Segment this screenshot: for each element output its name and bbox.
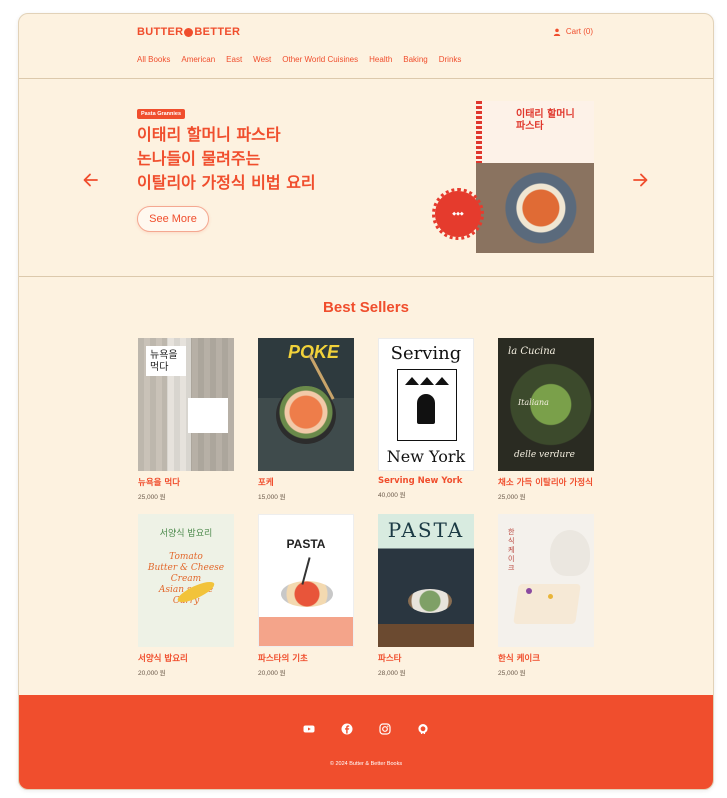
book-price: 25,000 원	[138, 494, 166, 501]
see-more-button[interactable]: See More	[137, 206, 209, 232]
book-card[interactable]: PASTA 파스타의 기초 20,000 원	[258, 514, 354, 677]
nav-item-all-books[interactable]: All Books	[137, 55, 170, 64]
book-title[interactable]: 채소 가득 이탈리아 가정식	[498, 476, 594, 488]
book-cover-text: 한식 케이크	[508, 528, 515, 572]
cover-title-line: 이태리 할머니	[516, 109, 575, 120]
site-header: BUTTER BETTER Cart (0) All Books America…	[19, 14, 713, 79]
nav-item-other-world-cuisines[interactable]: Other World Cuisines	[282, 55, 358, 64]
cover-title: 이태리 할머니 파스타	[516, 109, 575, 133]
book-title[interactable]: 파스타의 기초	[258, 652, 354, 664]
best-sellers-title: Best Sellers	[323, 299, 409, 316]
hero-title: 이태리 할머니 파스타 논나들이 물려주는 이탈리아 가정식 비법 요리	[137, 123, 316, 195]
logo-text-left: BUTTER	[137, 26, 184, 38]
book-title[interactable]: 포케	[258, 476, 354, 488]
book-card[interactable]: 서양식 밥요리 Tomato Butter & Cheese Cream Asian …	[138, 514, 234, 677]
book-cover[interactable]: PASTA	[378, 514, 474, 647]
instagram-icon[interactable]	[379, 723, 391, 735]
book-cover[interactable]: 뉴욕을 먹다	[138, 338, 234, 471]
hero-carousel: Pasta Grannies 이태리 할머니 파스타 논나들이 물려주는 이탈리…	[19, 79, 713, 277]
arrow-right-icon[interactable]	[631, 171, 649, 189]
site-footer: © 2024 Butter & Better Books	[19, 695, 713, 789]
book-title[interactable]: 서양식 밥요리	[138, 652, 234, 664]
category-nav: All Books American East West Other World…	[137, 55, 472, 64]
book-card[interactable]: POKE 포케 15,000 원	[258, 338, 354, 501]
hero-title-line: 이탈리아 가정식 비법 요리	[137, 173, 316, 192]
copyright: © 2024 Butter & Better Books	[329, 761, 403, 767]
nav-item-baking[interactable]: Baking	[403, 55, 427, 64]
social-links	[19, 723, 713, 735]
book-cover-text: PASTA	[387, 518, 465, 542]
cart-label: Cart (0)	[565, 27, 593, 36]
book-cover[interactable]: 한식 케이크	[498, 514, 594, 647]
seal-stamp-icon: ◆◆◆	[432, 188, 484, 240]
cover-dot-pattern	[476, 101, 482, 163]
nav-item-east[interactable]: East	[226, 55, 242, 64]
book-title[interactable]: 뉴욕을 먹다	[138, 476, 234, 488]
book-price: 20,000 원	[138, 670, 166, 677]
youtube-icon[interactable]	[303, 723, 315, 735]
pasta-plate-photo	[476, 163, 594, 253]
book-card[interactable]: PASTA 파스타 28,000 원	[378, 514, 474, 677]
hero-book-cover[interactable]: 이태리 할머니 파스타	[476, 101, 594, 253]
logo-ampersand-icon	[184, 27, 194, 37]
nav-item-drinks[interactable]: Drinks	[439, 55, 462, 64]
book-price: 40,000 원	[378, 492, 406, 499]
book-cover[interactable]: 서양식 밥요리 Tomato Butter & Cheese Cream Asian …	[138, 514, 234, 647]
book-cover-text: la Cucina	[508, 346, 556, 357]
arrow-left-icon[interactable]	[82, 171, 100, 189]
nav-item-health[interactable]: Health	[369, 55, 392, 64]
cover-title-line: 파스타	[516, 121, 544, 132]
book-price: 25,000 원	[498, 670, 526, 677]
book-title[interactable]: Serving New York	[378, 476, 474, 486]
book-cover[interactable]: Serving New York	[378, 338, 474, 471]
nav-item-west[interactable]: West	[253, 55, 271, 64]
book-cover[interactable]: la Cucina Italiana delle verdure	[498, 338, 594, 471]
book-cover-text: 뉴욕을 먹다	[150, 350, 178, 373]
hero-badge: Pasta Grannies	[137, 109, 186, 119]
facebook-icon[interactable]	[341, 723, 353, 735]
book-price: 15,000 원	[258, 494, 286, 501]
book-cover-text: 서양식 밥요리	[159, 529, 213, 539]
book-cover[interactable]: PASTA	[258, 514, 354, 647]
hero-title-line: 이태리 할머니 파스타	[137, 125, 281, 144]
book-cover[interactable]: POKE	[258, 338, 354, 471]
book-card[interactable]: 한식 케이크 한식 케이크 25,000 원	[498, 514, 594, 677]
book-card[interactable]: 뉴욕을 먹다 뉴욕을 먹다 25,000 원	[138, 338, 234, 501]
book-cover-text: PASTA	[286, 537, 326, 551]
book-price: 20,000 원	[258, 670, 286, 677]
user-icon	[553, 28, 561, 36]
book-title[interactable]: 파스타	[378, 652, 474, 664]
nav-item-american[interactable]: American	[181, 55, 215, 64]
github-icon[interactable]	[417, 723, 429, 735]
book-card[interactable]: la Cucina Italiana delle verdure 채소 가득 이…	[498, 338, 594, 501]
book-card[interactable]: Serving New York Serving New York 40,000…	[378, 338, 474, 499]
book-cover-text: Serving	[390, 343, 462, 364]
book-price: 28,000 원	[378, 670, 406, 677]
page-frame: BUTTER BETTER Cart (0) All Books America…	[18, 13, 714, 790]
book-price: 25,000 원	[498, 494, 526, 501]
logo[interactable]: BUTTER BETTER	[137, 26, 240, 38]
cart-button[interactable]: Cart (0)	[553, 27, 593, 36]
logo-text-right: BETTER	[194, 26, 241, 38]
book-title[interactable]: 한식 케이크	[498, 652, 594, 664]
hero-title-line: 논나들이 물려주는	[137, 149, 261, 168]
